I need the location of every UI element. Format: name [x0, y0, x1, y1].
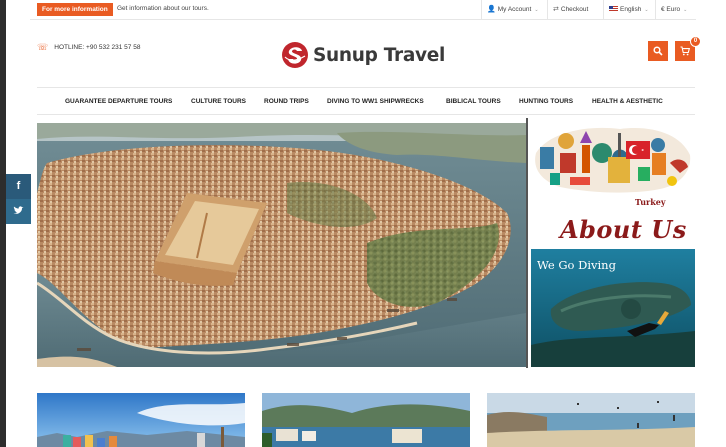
cart-count-badge: 0: [690, 36, 701, 47]
facebook-button[interactable]: f: [6, 174, 31, 199]
facebook-icon: f: [16, 180, 21, 192]
us-flag-icon: [609, 6, 618, 12]
checkout-link[interactable]: ⇄ Checkout: [547, 0, 602, 20]
twitter-icon: [13, 206, 24, 216]
language-label: English: [620, 6, 642, 13]
turkey-icons-collage: [535, 127, 691, 193]
turkey-label: Turkey: [635, 197, 666, 207]
we-go-diving-banner[interactable]: We Go Diving: [531, 249, 695, 367]
main-nav: GUARANTEE DEPARTURE TOURS CULTURE TOURS …: [37, 87, 695, 115]
about-us-banner[interactable]: Turkey About Us: [530, 123, 696, 245]
hero-illustration: [37, 123, 526, 367]
hero-divider: [526, 118, 528, 368]
chevron-down-icon: ⌄: [683, 7, 688, 13]
tour-thumbnail-3[interactable]: [487, 393, 695, 447]
hotline: ☏ HOTLINE: +90 532 231 57 58: [37, 42, 140, 53]
about-us-label: About Us: [560, 215, 687, 244]
nav-biblical-tours[interactable]: BIBLICAL TOURS: [446, 98, 501, 105]
twitter-button[interactable]: [6, 199, 31, 224]
language-selector[interactable]: English ⌄: [603, 0, 655, 20]
nav-diving-shipwrecks[interactable]: DIVING TO WW1 SHIPWRECKS: [327, 98, 424, 105]
hero-image-istanbul-panorama[interactable]: [37, 123, 526, 367]
phone-icon: ☏: [37, 42, 49, 52]
search-button[interactable]: [648, 41, 668, 61]
search-icon: [653, 46, 663, 56]
currency-label: € Euro: [661, 6, 681, 13]
nav-guarantee-departure-tours[interactable]: GUARANTEE DEPARTURE TOURS: [65, 98, 172, 105]
nav-culture-tours[interactable]: CULTURE TOURS: [191, 98, 246, 105]
sunup-logo-icon: [282, 42, 308, 68]
more-information-button[interactable]: For more information: [37, 3, 113, 16]
logo-text: Sunup Travel: [313, 45, 446, 66]
diving-title: We Go Diving: [537, 258, 616, 272]
nav-health-aesthetic[interactable]: HEALTH & AESTHETIC: [592, 98, 663, 105]
tour-thumbnail-2-image: [262, 393, 470, 447]
my-account-menu[interactable]: 👤 My Account ⌄: [481, 0, 547, 20]
my-account-label: My Account: [497, 6, 532, 13]
tour-thumbnail-1[interactable]: [37, 393, 245, 447]
tour-thumbnail-1-image: [37, 393, 245, 447]
cart-icon: [680, 46, 690, 56]
currency-selector[interactable]: € Euro ⌄: [655, 0, 696, 20]
chevron-down-icon: ⌄: [644, 7, 649, 13]
tour-thumbnail-2[interactable]: [262, 393, 470, 447]
chevron-down-icon: ⌄: [534, 7, 539, 13]
hotline-text: HOTLINE: +90 532 231 57 58: [54, 44, 141, 51]
user-icon: 👤: [487, 6, 496, 13]
nav-round-trips[interactable]: ROUND TRIPS: [264, 98, 309, 105]
tour-thumbnail-3-image: [487, 393, 695, 447]
checkout-label: Checkout: [560, 6, 589, 13]
top-bar: For more information Get information abo…: [30, 0, 696, 20]
info-text: Get information about our tours.: [117, 5, 209, 12]
checkout-icon: ⇄: [553, 6, 559, 13]
nav-hunting-tours[interactable]: HUNTING TOURS: [519, 98, 573, 105]
